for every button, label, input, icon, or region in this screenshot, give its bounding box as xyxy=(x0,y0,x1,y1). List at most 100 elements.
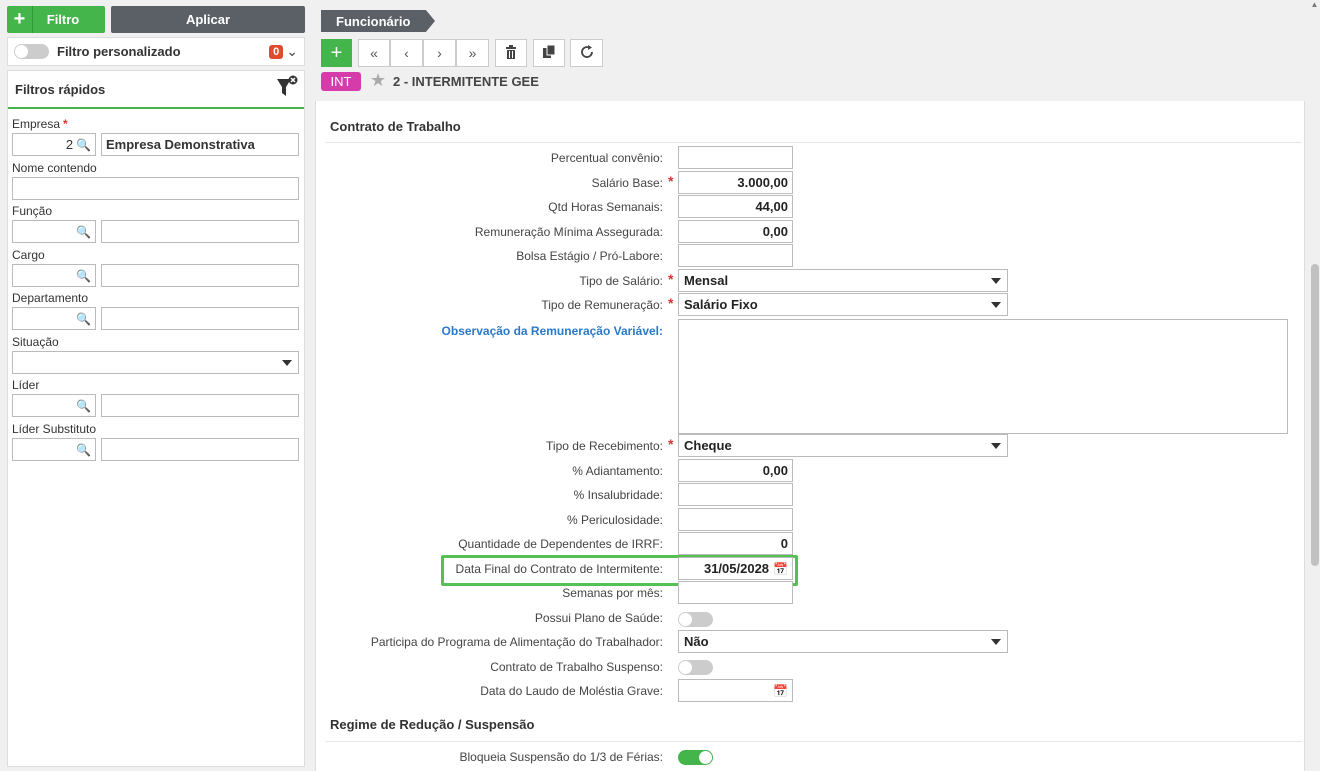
percentual-input[interactable] xyxy=(678,146,793,169)
funcao-name-field xyxy=(101,220,299,243)
trash-icon xyxy=(505,44,517,62)
caret-down-icon xyxy=(282,360,292,366)
search-icon[interactable]: 🔍 xyxy=(76,443,91,457)
bolsa-estagio-input[interactable] xyxy=(678,244,793,267)
plano-saude-toggle[interactable] xyxy=(678,612,713,627)
pat-select[interactable]: Não xyxy=(678,630,1008,653)
qtd-horas-input[interactable]: 44,00 xyxy=(678,195,793,218)
first-record-button[interactable]: « xyxy=(358,39,390,67)
search-icon[interactable]: 🔍 xyxy=(76,269,91,283)
pat-label: Participa do Programa de Alimentação do … xyxy=(370,635,663,649)
custom-filter-toggle[interactable] xyxy=(14,44,49,59)
percentual-label: Percentual convênio: xyxy=(550,151,663,165)
periculosidade-label: % Periculosidade: xyxy=(566,513,663,527)
lider-label: Líder xyxy=(12,378,40,392)
bloqueia-suspensao-label: Bloqueia Suspensão do 1/3 de Férias: xyxy=(459,750,663,764)
observacao-remuneracao-label[interactable]: Observação da Remuneração Variável: xyxy=(442,324,663,338)
copy-button[interactable] xyxy=(533,39,565,67)
salario-base-input[interactable]: 3.000,00 xyxy=(678,171,793,194)
tipo-remuneracao-label: Tipo de Remuneração: xyxy=(541,298,663,312)
periculosidade-input[interactable] xyxy=(678,508,793,531)
tipo-salario-value: Mensal xyxy=(684,273,729,288)
funcao-label: Função xyxy=(12,204,53,218)
required-marker: * xyxy=(668,271,674,287)
tipo-recebimento-label: Tipo de Recebimento: xyxy=(546,439,663,453)
scroll-up-arrow[interactable]: ▲ xyxy=(1309,0,1320,11)
insalubridade-label: % Insalubridade: xyxy=(573,488,663,502)
refresh-icon xyxy=(580,44,594,62)
required-marker: * xyxy=(668,295,674,311)
filter-count-badge: 0 xyxy=(269,44,284,59)
record-type-badge: INT xyxy=(321,72,361,91)
search-icon[interactable]: 🔍 xyxy=(76,225,91,239)
dependentes-irrf-input[interactable]: 0 xyxy=(678,532,793,555)
delete-button[interactable] xyxy=(495,39,527,67)
next-record-button[interactable]: › xyxy=(423,39,456,67)
data-final-contrato-input[interactable]: 31/05/2028 📅 xyxy=(678,557,793,580)
record-title: 2 - INTERMITENTE GEE xyxy=(393,74,539,89)
form-content: Contrato de Trabalho Percentual convênio… xyxy=(315,101,1305,771)
caret-down-icon xyxy=(991,278,1001,284)
dependentes-irrf-label: Quantidade de Dependentes de IRRF: xyxy=(458,537,663,551)
add-filter-button[interactable]: + Filtro xyxy=(7,6,105,33)
nome-input[interactable] xyxy=(12,177,299,200)
empresa-code-value: 2 xyxy=(65,137,74,152)
laudo-molestia-input[interactable]: 📅 xyxy=(678,679,793,702)
lider-substituto-name-field xyxy=(101,438,299,461)
previous-record-button[interactable]: ‹ xyxy=(390,39,423,67)
refresh-button[interactable] xyxy=(570,39,603,67)
chevron-down-icon[interactable]: ⌄ xyxy=(286,43,298,60)
insalubridade-input[interactable] xyxy=(678,483,793,506)
data-final-contrato-label: Data Final do Contrato de Intermitente: xyxy=(455,562,663,576)
caret-down-icon xyxy=(991,302,1001,308)
required-marker: * xyxy=(668,173,674,189)
cargo-name-field xyxy=(101,264,299,287)
calendar-icon[interactable]: 📅 xyxy=(773,562,788,576)
section-contrato-trabalho: Contrato de Trabalho xyxy=(330,119,461,134)
star-icon[interactable]: ★ xyxy=(370,70,386,91)
empresa-code-input[interactable]: 2 🔍 xyxy=(12,133,96,156)
funcao-code-input[interactable]: 🔍 xyxy=(12,220,96,243)
semanas-mes-label: Semanas por mês: xyxy=(562,586,663,600)
semanas-mes-input[interactable] xyxy=(678,581,793,604)
search-icon[interactable]: 🔍 xyxy=(76,399,91,413)
lider-substituto-code-input[interactable]: 🔍 xyxy=(12,438,96,461)
apply-button[interactable]: Aplicar xyxy=(111,6,305,33)
plus-icon: + xyxy=(7,6,33,33)
adiantamento-input[interactable]: 0,00 xyxy=(678,459,793,482)
caret-down-icon xyxy=(991,443,1001,449)
situacao-label: Situação xyxy=(12,335,59,349)
tipo-salario-select[interactable]: Mensal xyxy=(678,269,1008,292)
empresa-name-field: Empresa Demonstrativa xyxy=(101,133,299,156)
custom-filter-row: Filtro personalizado 0 ⌄ xyxy=(7,37,305,66)
situacao-select[interactable] xyxy=(12,351,299,374)
laudo-molestia-label: Data do Laudo de Moléstia Grave: xyxy=(480,684,663,698)
departamento-code-input[interactable]: 🔍 xyxy=(12,307,96,330)
chevron-left-icon: ‹ xyxy=(404,45,409,61)
double-chevron-right-icon: » xyxy=(468,45,477,61)
search-icon[interactable]: 🔍 xyxy=(76,312,91,326)
cargo-code-input[interactable]: 🔍 xyxy=(12,264,96,287)
add-record-button[interactable]: + xyxy=(321,39,352,67)
observacao-remuneracao-textarea[interactable] xyxy=(678,319,1288,434)
bolsa-estagio-label: Bolsa Estágio / Pró-Labore: xyxy=(516,249,663,263)
tipo-remuneracao-select[interactable]: Salário Fixo xyxy=(678,293,1008,316)
lider-code-input[interactable]: 🔍 xyxy=(12,394,96,417)
plano-saude-label: Possui Plano de Saúde: xyxy=(534,611,663,625)
contrato-suspenso-toggle[interactable] xyxy=(678,660,713,675)
breadcrumb[interactable]: Funcionário xyxy=(321,10,435,32)
last-record-button[interactable]: » xyxy=(456,39,489,67)
data-final-contrato-value: 31/05/2028 xyxy=(703,561,770,576)
copy-icon xyxy=(542,44,556,62)
scrollbar-thumb[interactable] xyxy=(1311,264,1319,566)
required-marker: * xyxy=(668,436,674,452)
double-chevron-left-icon: « xyxy=(370,45,378,61)
search-icon[interactable]: 🔍 xyxy=(76,138,91,152)
remuneracao-minima-input[interactable]: 0,00 xyxy=(678,220,793,243)
tipo-recebimento-select[interactable]: Cheque xyxy=(678,434,1008,457)
quick-filters-header: Filtros rápidos xyxy=(8,71,304,109)
chevron-right-icon: › xyxy=(437,45,442,61)
funnel-clear-icon[interactable] xyxy=(276,75,298,104)
calendar-icon[interactable]: 📅 xyxy=(773,684,788,698)
bloqueia-suspensao-toggle[interactable] xyxy=(678,750,713,765)
